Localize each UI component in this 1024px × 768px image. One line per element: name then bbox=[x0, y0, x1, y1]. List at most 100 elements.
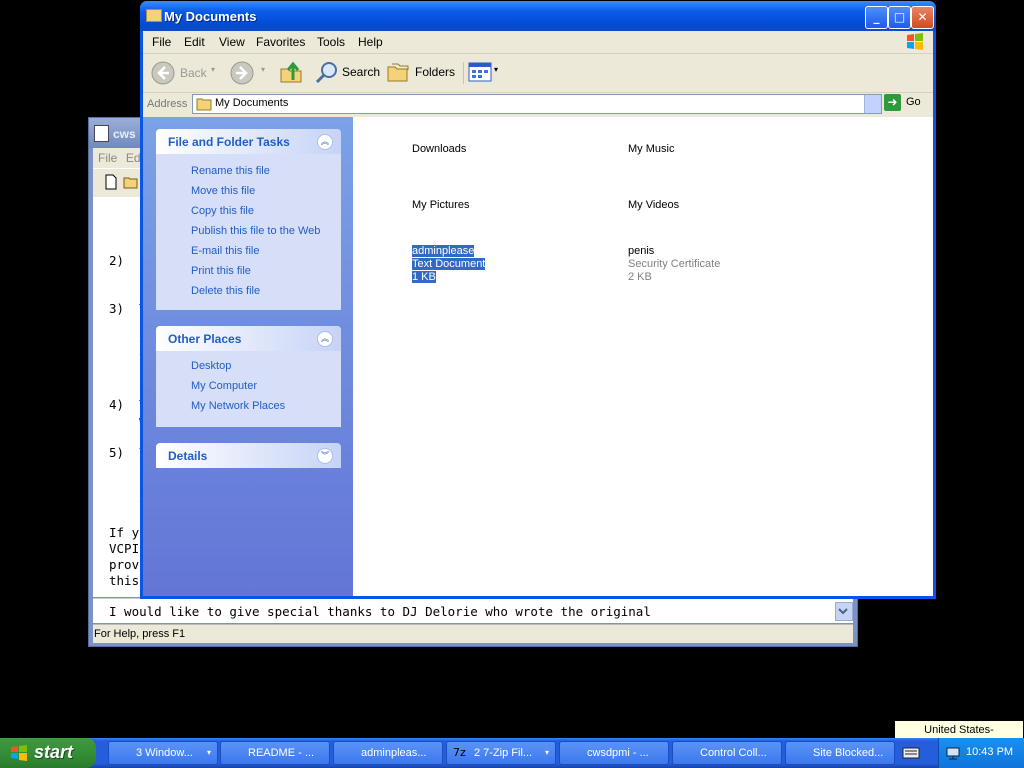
views-button[interactable]: ▾ bbox=[468, 60, 502, 86]
notepad-menu-file[interactable]: File bbox=[98, 151, 117, 165]
taskbar-button-label: 2 7-Zip Fil... bbox=[474, 747, 533, 759]
text-document-icon bbox=[361, 241, 405, 285]
address-dropdown-button[interactable]: ▼ bbox=[864, 95, 898, 113]
keyboard-icon[interactable] bbox=[902, 746, 920, 760]
task-link-label: Delete this file bbox=[191, 285, 261, 297]
search-icon bbox=[315, 62, 337, 84]
menu-view[interactable]: View bbox=[219, 35, 245, 49]
explorer-body: File Edit View Favorites Tools Help Back… bbox=[143, 31, 933, 596]
folders-button[interactable]: Folders bbox=[387, 60, 457, 86]
panel-title: File and Folder Tasks bbox=[168, 135, 290, 149]
maximize-icon: □ bbox=[893, 10, 906, 24]
minimize-button[interactable]: _ bbox=[865, 6, 888, 29]
file-name: adminplease bbox=[412, 245, 475, 257]
close-icon: ✕ bbox=[917, 10, 928, 24]
explorer-title-bar[interactable]: My Documents _ □ ✕ bbox=[140, 1, 936, 31]
toolbar-divider bbox=[463, 62, 464, 84]
group-dropdown-icon: ▾ bbox=[206, 748, 211, 757]
file-name: Downloads bbox=[412, 143, 467, 155]
notepad-text-line: this bbox=[109, 573, 140, 588]
folder-icon bbox=[115, 746, 131, 762]
new-document-icon[interactable] bbox=[103, 174, 119, 190]
pictures-folder-icon bbox=[361, 185, 405, 229]
go-button[interactable]: ➜ Go bbox=[884, 94, 924, 112]
search-button[interactable]: Search bbox=[313, 60, 381, 86]
panel-title: Details bbox=[168, 449, 208, 463]
up-folder-icon[interactable] bbox=[279, 60, 303, 84]
notepad-menu-edit[interactable]: Ed bbox=[126, 151, 141, 165]
maximize-button[interactable]: □ bbox=[888, 6, 911, 29]
taskbar-button[interactable]: Site Blocked... bbox=[785, 741, 895, 765]
task-link-label: Desktop bbox=[191, 360, 232, 372]
panel-header[interactable]: File and Folder Tasks ︽ bbox=[156, 129, 341, 154]
collapse-chevron-icon[interactable]: ︽ bbox=[317, 134, 333, 150]
notepad-bottom-line[interactable]: I would like to give special thanks to D… bbox=[93, 598, 853, 623]
go-arrow-icon: ➜ bbox=[884, 94, 901, 111]
back-dropdown-icon[interactable]: ▾ bbox=[211, 65, 215, 74]
desktop-icon bbox=[168, 358, 184, 374]
forward-dropdown-icon[interactable]: ▾ bbox=[261, 65, 265, 74]
file-item[interactable]: Downloads bbox=[361, 129, 561, 175]
file-item[interactable]: My Pictures bbox=[361, 185, 561, 231]
menu-edit[interactable]: Edit bbox=[184, 35, 205, 49]
notepad-status-text: For Help, press F1 bbox=[94, 628, 186, 640]
taskbar-button[interactable]: 7z 2 7-Zip Fil... ▾ bbox=[446, 741, 556, 765]
group-dropdown-icon: ▾ bbox=[544, 748, 549, 757]
other-places-panel: Other Places ︽ Desktop My Computer My Netw… bbox=[156, 326, 341, 427]
move-icon bbox=[168, 183, 184, 199]
panel-title: Other Places bbox=[168, 332, 242, 346]
address-value: My Documents bbox=[215, 97, 289, 109]
file-item[interactable]: penis Security Certificate 2 KB bbox=[577, 241, 777, 287]
certificate-icon bbox=[577, 241, 621, 285]
delete-icon bbox=[168, 283, 184, 299]
menu-tools[interactable]: Tools bbox=[317, 35, 345, 49]
chevron-down-icon bbox=[838, 608, 848, 615]
explorer-window[interactable]: My Documents _ □ ✕ File Edit View Favori… bbox=[140, 1, 936, 599]
back-arrow-icon bbox=[151, 61, 175, 85]
menu-favorites[interactable]: Favorites bbox=[256, 35, 305, 49]
printer-icon bbox=[168, 263, 184, 279]
browser-icon bbox=[679, 746, 695, 762]
taskbar-button-label: 3 Window... bbox=[136, 747, 193, 759]
folder-icon bbox=[146, 9, 162, 22]
file-list-view[interactable]: Downloads My Music My Pictures My Videos adm… bbox=[353, 117, 933, 596]
panel-header[interactable]: Other Places ︽ bbox=[156, 326, 341, 351]
notepad-status-bar: For Help, press F1 bbox=[93, 624, 853, 643]
file-item[interactable]: adminplease Text Document 1 KB bbox=[361, 241, 561, 287]
expand-chevron-icon[interactable]: ︾ bbox=[317, 448, 333, 464]
folder-icon bbox=[196, 98, 212, 111]
close-button[interactable]: ✕ bbox=[911, 6, 934, 29]
task-link-label: Move this file bbox=[191, 185, 256, 197]
network-status-icon[interactable] bbox=[945, 745, 961, 761]
taskbar-button[interactable]: README - ... bbox=[220, 741, 330, 765]
explorer-toolbar: Back ▾ ▾ Search Folders ▾ bbox=[143, 54, 933, 93]
taskbar-button[interactable]: adminpleas... bbox=[333, 741, 443, 765]
address-input[interactable]: My Documents ▼ bbox=[192, 94, 898, 114]
computer-icon bbox=[168, 378, 184, 394]
open-folder-icon[interactable] bbox=[123, 174, 139, 190]
windows-logo-icon bbox=[907, 33, 923, 50]
notepad-text-line: If y bbox=[109, 525, 140, 540]
menu-file[interactable]: File bbox=[152, 35, 171, 49]
search-label: Search bbox=[342, 65, 381, 79]
collapse-chevron-icon[interactable]: ︽ bbox=[317, 331, 333, 347]
taskbar-button[interactable]: Control Coll... bbox=[672, 741, 782, 765]
svg-text:7z: 7z bbox=[453, 746, 466, 759]
notepad-icon bbox=[227, 746, 243, 762]
taskbar-button[interactable]: cwsdpmi - ... bbox=[559, 741, 669, 765]
file-item[interactable]: My Videos bbox=[577, 185, 777, 231]
minimize-icon: _ bbox=[873, 10, 880, 24]
back-button[interactable]: Back ▾ bbox=[151, 61, 215, 85]
menu-help[interactable]: Help bbox=[358, 35, 383, 49]
scroll-down-button[interactable] bbox=[835, 602, 853, 621]
go-label: Go bbox=[906, 96, 921, 108]
file-name: My Pictures bbox=[412, 199, 470, 211]
panel-header[interactable]: Details ︾ bbox=[156, 443, 341, 468]
forward-button[interactable]: ▾ bbox=[230, 61, 270, 85]
notepad-bottom-text: I would like to give special thanks to D… bbox=[109, 604, 651, 619]
start-button[interactable]: start bbox=[0, 738, 96, 768]
file-item[interactable]: My Music bbox=[577, 129, 777, 175]
views-icon bbox=[468, 62, 492, 82]
taskbar-button[interactable]: 3 Window... ▾ bbox=[108, 741, 218, 765]
clock[interactable]: 10:43 PM bbox=[966, 746, 1013, 758]
